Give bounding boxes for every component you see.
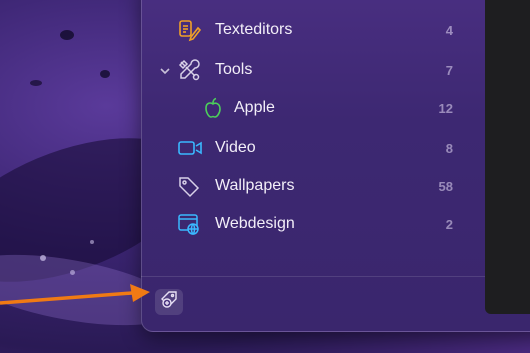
sidebar-item-label: Tools (215, 61, 253, 78)
tools-icon (177, 58, 201, 82)
sidebar-divider (141, 276, 485, 277)
item-count: 2 (445, 216, 453, 232)
tag-icon (177, 174, 201, 198)
sidebar-item-wallpapers[interactable]: Wallpapers 58 (141, 168, 481, 204)
item-count: 7 (445, 62, 453, 78)
item-count: 12 (438, 100, 453, 116)
webdesign-icon (177, 212, 201, 236)
apple-icon (201, 96, 225, 120)
content-pane (485, 0, 530, 314)
sidebar-item-label: Webdesign (215, 215, 295, 232)
annotation-arrow (0, 284, 150, 305)
sidebar-item-apple[interactable]: Apple 12 (141, 90, 481, 126)
sidebar-item-label: Wallpapers (215, 177, 295, 194)
sidebar-item-label: Video (215, 139, 256, 156)
add-tag-icon (159, 290, 179, 315)
item-count: 8 (445, 140, 453, 156)
video-icon (177, 136, 202, 160)
sidebar-item-texteditors[interactable]: Texteditors 4 (141, 12, 481, 48)
item-count: 58 (438, 178, 453, 194)
texteditor-icon (177, 18, 202, 42)
sidebar-item-webdesign[interactable]: Webdesign 2 (141, 206, 481, 242)
sidebar-item-video[interactable]: Video 8 (141, 130, 481, 166)
sidebar-panel (141, 0, 530, 332)
sidebar-item-label: Apple (234, 99, 275, 116)
item-count: 4 (445, 22, 453, 38)
chevron-down-icon[interactable] (159, 64, 171, 76)
sidebar-item-tools[interactable]: Tools 7 (141, 52, 481, 88)
sidebar-item-label: Texteditors (215, 21, 293, 38)
